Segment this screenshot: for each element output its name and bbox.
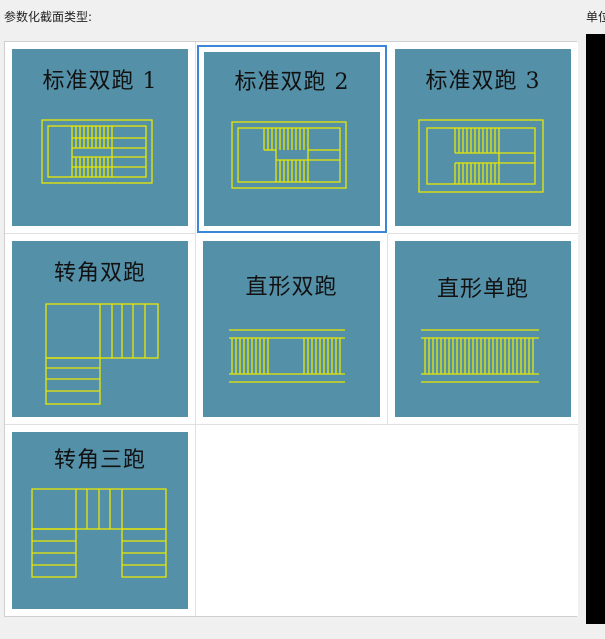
- section-type-grid: 标准双跑 1 标准双跑 2 标准双跑 3 转角双跑 直形双跑 直形单跑 转角三跑: [4, 41, 578, 617]
- tile-thumbnail: 转角双跑: [12, 241, 188, 417]
- tile-thumbnail: 标准双跑 1: [12, 49, 188, 226]
- standard-double-stair-1-icon: [41, 119, 153, 184]
- corner-triple-stair-icon: [31, 488, 167, 578]
- section-title: 参数化截面类型:: [4, 10, 93, 24]
- tile-corner-double[interactable]: 转角双跑: [5, 234, 196, 425]
- tile-corner-triple[interactable]: 转角三跑: [5, 425, 196, 616]
- tile-thumbnail: 直形单跑: [395, 241, 571, 417]
- tile-straight-single[interactable]: 直形单跑: [388, 234, 578, 425]
- straight-single-stair-icon: [421, 329, 539, 383]
- standard-double-stair-3-icon: [418, 119, 544, 193]
- tile-thumbnail: 标准双跑 3: [395, 49, 571, 226]
- empty-cell: [196, 425, 388, 616]
- tile-standard-double-3[interactable]: 标准双跑 3: [388, 42, 578, 234]
- tile-standard-double-1[interactable]: 标准双跑 1: [5, 42, 196, 234]
- tile-standard-double-2[interactable]: 标准双跑 2: [197, 45, 387, 233]
- tile-straight-double[interactable]: 直形双跑: [196, 234, 388, 425]
- tile-thumbnail: 转角三跑: [12, 432, 188, 609]
- tile-thumbnail: 标准双跑 2: [204, 52, 380, 226]
- tile-thumbnail: 直形双跑: [203, 241, 380, 417]
- standard-double-stair-2-icon: [231, 121, 347, 189]
- straight-double-stair-icon: [229, 329, 345, 383]
- preview-panel: [586, 34, 605, 624]
- empty-cell: [388, 425, 578, 616]
- units-label: 单位: [586, 10, 605, 24]
- corner-double-stair-icon: [45, 303, 159, 405]
